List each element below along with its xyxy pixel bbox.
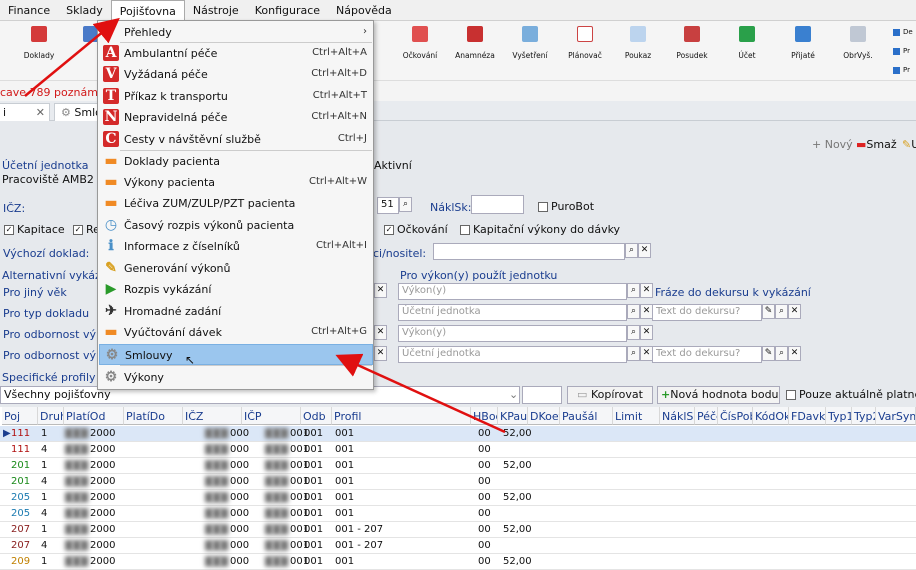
arrow-to-menu — [24, 17, 120, 97]
annotation-arrows — [24, 17, 506, 434]
arrow-to-smlouvy — [335, 353, 506, 434]
